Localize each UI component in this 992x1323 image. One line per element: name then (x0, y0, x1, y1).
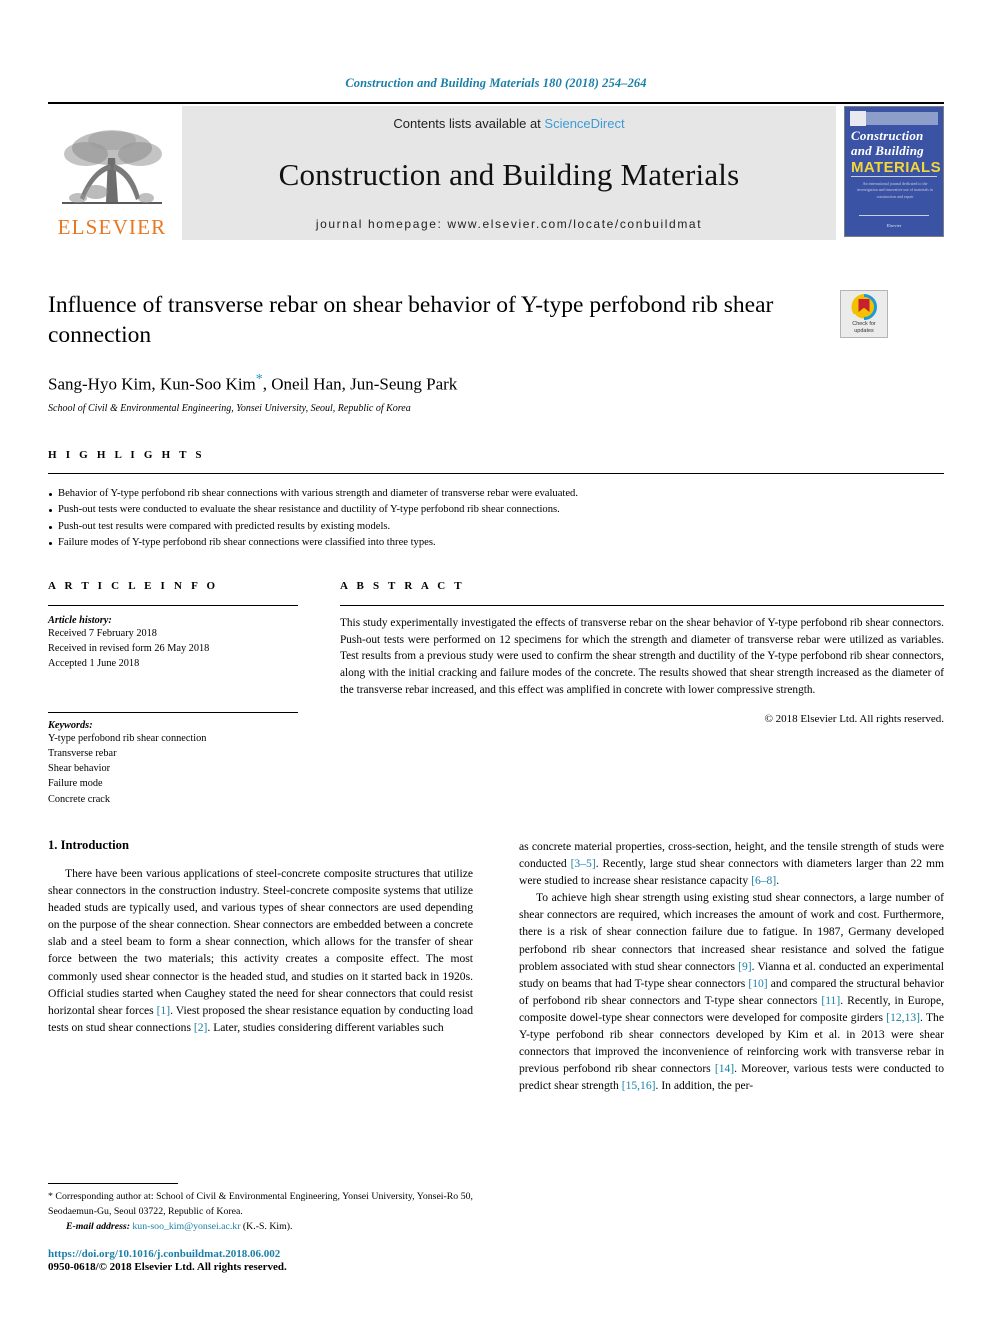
journal-homepage-link[interactable]: journal homepage: www.elsevier.com/locat… (316, 217, 702, 231)
abstract-divider (340, 605, 944, 606)
article-history-revised: Received in revised form 26 May 2018 (48, 643, 210, 655)
intro-text-a: There have been various applications of … (48, 867, 473, 1017)
intro-text-c: . Later, studies considering different v… (207, 1020, 444, 1034)
keywords-label: Keywords: (48, 719, 93, 731)
article-history-received: Received 7 February 2018 (48, 628, 157, 639)
journal-banner: Contents lists available at ScienceDirec… (182, 106, 836, 240)
highlights-heading: H I G H L I G H T S (48, 449, 205, 461)
sciencedirect-link[interactable]: ScienceDirect (544, 116, 624, 131)
citation-ref-6-8[interactable]: [6–8] (751, 874, 776, 887)
crossmark-label: Check for updates (852, 321, 876, 335)
authors-segment-2: , Oneil Han, Jun-Seung Park (262, 374, 458, 394)
title-block: Influence of transverse rebar on shear b… (48, 290, 944, 414)
issn-copyright-line: 0950-0618/© 2018 Elsevier Ltd. All right… (48, 1261, 287, 1273)
article-info-heading: A R T I C L E I N F O (48, 580, 219, 592)
corresponding-author-note: * Corresponding author at: School of Civ… (48, 1191, 473, 1217)
intro-paragraph-1-continued: as concrete material properties, cross-s… (519, 838, 944, 889)
crossmark-label-line2: updates (854, 327, 874, 334)
citation-ref-2[interactable]: [2] (194, 1021, 208, 1034)
body-column-right: as concrete material properties, cross-s… (519, 838, 944, 1094)
p2-text-g: . In addition, the per- (655, 1079, 754, 1093)
contents-prefix: Contents lists available at (393, 116, 545, 131)
crossmark-label-line1: Check for (852, 320, 876, 327)
abstract-heading: A B S T R A C T (340, 580, 465, 592)
email-suffix: (K.-S. Kim). (240, 1221, 293, 1233)
cover-divider-lower (859, 215, 929, 216)
elsevier-tree-icon (62, 130, 162, 204)
citation-ref-3-5[interactable]: [3–5] (571, 857, 596, 870)
keywords-block: Keywords: Y-type perfobond rib shear con… (48, 711, 298, 807)
highlights-list: Behavior of Y-type perfobond rib shear c… (48, 486, 944, 552)
list-item: Push-out tests were conducted to evaluat… (48, 502, 944, 518)
journal-cover-thumbnail: Construction and Building MATERIALS An i… (844, 106, 944, 237)
citation-ref-1[interactable]: [1] (157, 1004, 171, 1017)
cover-title-line-2: and Building (851, 143, 924, 158)
body-column-left: 1. Introduction There have been various … (48, 838, 473, 1094)
list-item: Failure modes of Y-type perfobond rib sh… (48, 535, 944, 551)
body-columns: 1. Introduction There have been various … (48, 838, 944, 1094)
abstract-text: This study experimentally investigated t… (340, 617, 944, 696)
crossmark-icon (851, 293, 877, 320)
citation-ref-12-13[interactable]: [12,13] (886, 1011, 920, 1024)
article-info-divider (48, 605, 298, 606)
list-item: Behavior of Y-type perfobond rib shear c… (48, 486, 944, 502)
keyword-item: Concrete crack (48, 793, 111, 805)
citation-ref-10[interactable]: [10] (748, 977, 767, 990)
running-head: Construction and Building Materials 180 … (345, 76, 647, 90)
cover-elsevier-mark (850, 111, 866, 126)
footnote-block: * Corresponding author at: School of Civ… (48, 1183, 473, 1232)
citation-ref-11[interactable]: [11] (821, 994, 840, 1007)
elsevier-wordmark: ELSEVIER (57, 215, 167, 239)
cover-divider (851, 176, 937, 177)
cover-blurb: An international journal dedicated to th… (857, 181, 933, 199)
paper-page: Construction and Building Materials 180 … (0, 0, 992, 1323)
author-list: Sang-Hyo Kim, Kun-Soo Kim*, Oneil Han, J… (48, 372, 944, 395)
highlights-divider (48, 473, 944, 474)
intro-paragraph-1: There have been various applications of … (48, 865, 473, 1036)
keyword-item: Transverse rebar (48, 747, 117, 759)
citation-ref-9[interactable]: [9] (738, 960, 752, 973)
intro-paragraph-2: To achieve high shear strength using exi… (519, 889, 944, 1094)
cover-footer: Elsevier (886, 223, 902, 228)
email-note: E-mail address: kun-soo_kim@yonsei.ac.kr… (48, 1221, 473, 1232)
section-heading-introduction: 1. Introduction (48, 838, 129, 852)
authors-segment-1: Sang-Hyo Kim, Kun-Soo Kim (48, 374, 256, 394)
abstract-column: A B S T R A C T This study experimentall… (340, 580, 944, 807)
article-history-accepted: Accepted 1 June 2018 (48, 658, 140, 670)
journal-masthead: ELSEVIER Contents lists available at Sci… (48, 102, 944, 240)
info-abstract-row: A R T I C L E I N F O Article history: R… (48, 580, 944, 807)
citation-ref-15-16[interactable]: [15,16] (622, 1079, 656, 1092)
journal-title: Construction and Building Materials (278, 156, 740, 192)
article-history-label: Article history: (48, 615, 112, 626)
corresponding-author-marker[interactable]: * (256, 372, 263, 387)
cont-text-c: . (776, 874, 780, 888)
doi-block: https://doi.org/10.1016/j.conbuildmat.20… (48, 1248, 488, 1273)
affiliation: School of Civil & Environmental Engineer… (48, 402, 411, 414)
doi-link[interactable]: https://doi.org/10.1016/j.conbuildmat.20… (48, 1248, 488, 1260)
article-info-column: A R T I C L E I N F O Article history: R… (48, 580, 298, 807)
highlights-section: H I G H L I G H T S Behavior of Y-type p… (48, 449, 944, 552)
keyword-item: Failure mode (48, 778, 103, 790)
keyword-item: Y-type perfobond rib shear connection (48, 732, 207, 744)
keyword-item: Shear behavior (48, 763, 111, 775)
copyright-line: © 2018 Elsevier Ltd. All rights reserved… (764, 712, 944, 725)
cover-title-line-1: Construction (851, 128, 924, 143)
contents-available-line: Contents lists available at ScienceDirec… (393, 116, 624, 131)
footnote-divider (48, 1183, 178, 1184)
email-link[interactable]: kun-soo_kim@yonsei.ac.kr (132, 1221, 240, 1232)
cover-title-line-3: MATERIALS (851, 159, 941, 176)
email-label: E-mail address: (66, 1221, 130, 1233)
keywords-divider (48, 711, 298, 713)
page-title: Influence of transverse rebar on shear b… (48, 292, 774, 349)
crossmark-badge[interactable]: Check for updates (840, 290, 888, 338)
citation-ref-14[interactable]: [14] (715, 1062, 734, 1075)
elsevier-logo: ELSEVIER (48, 106, 176, 240)
list-item: Push-out test results were compared with… (48, 519, 944, 535)
